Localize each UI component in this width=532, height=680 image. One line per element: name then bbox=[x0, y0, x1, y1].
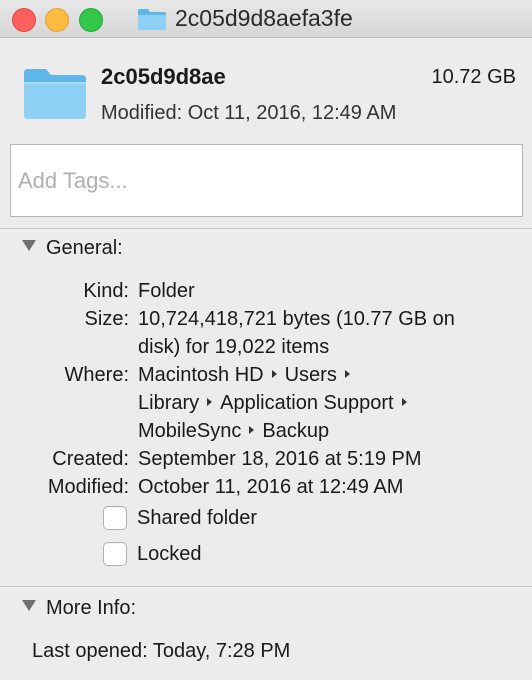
divider bbox=[0, 228, 532, 229]
size-value-cont: disk) for 19,022 items bbox=[138, 336, 330, 358]
path-arrow-icon bbox=[207, 398, 213, 406]
path-arrow-icon bbox=[249, 426, 255, 434]
path-arrow-icon bbox=[271, 370, 277, 378]
locked-label[interactable]: Locked bbox=[137, 543, 202, 565]
path-item[interactable]: MobileSync bbox=[138, 420, 241, 442]
kind-label: Kind: bbox=[83, 280, 129, 302]
folder-size: 10.72 GB bbox=[431, 66, 516, 88]
where-label: Where: bbox=[64, 364, 129, 386]
window-title: 2c05d9d8aefa3fe bbox=[175, 5, 353, 31]
close-button[interactable] bbox=[12, 8, 36, 32]
where-path-line-3: MobileSync Backup bbox=[138, 417, 329, 445]
modified-value: October 11, 2016 at 12:49 AM bbox=[138, 476, 404, 498]
created-label: Created: bbox=[52, 448, 129, 470]
general-section-header[interactable]: General: bbox=[22, 235, 123, 261]
path-arrow-icon bbox=[401, 398, 407, 406]
modified-date: Modified: Oct 11, 2016, 12:49 AM bbox=[101, 102, 397, 124]
folder-icon bbox=[24, 69, 86, 119]
shared-folder-checkbox[interactable] bbox=[103, 506, 127, 530]
path-item[interactable]: Users bbox=[285, 364, 337, 386]
where-path-line-1: Macintosh HD Users bbox=[138, 361, 358, 389]
general-title: General: bbox=[46, 237, 123, 259]
disclosure-triangle-icon[interactable] bbox=[22, 240, 36, 251]
path-item[interactable]: Macintosh HD bbox=[138, 364, 264, 386]
kind-value: Folder bbox=[138, 280, 195, 302]
path-item[interactable]: Library bbox=[138, 392, 199, 414]
size-value: 10,724,418,721 bytes (10.77 GB on bbox=[138, 308, 455, 330]
locked-row[interactable]: Locked bbox=[103, 541, 202, 567]
zoom-button[interactable] bbox=[79, 8, 103, 32]
locked-checkbox[interactable] bbox=[103, 542, 127, 566]
divider bbox=[0, 586, 532, 587]
shared-folder-label[interactable]: Shared folder bbox=[137, 507, 257, 529]
path-item[interactable]: Application Support bbox=[220, 392, 393, 414]
folder-icon bbox=[138, 9, 166, 30]
path-item[interactable]: Backup bbox=[262, 420, 329, 442]
more-info-section-header[interactable]: More Info: bbox=[22, 595, 136, 621]
title-bar: 2c05d9d8aefa3fe bbox=[0, 0, 532, 38]
more-info-title: More Info: bbox=[46, 597, 137, 619]
last-opened: Last opened: Today, 7:28 PM bbox=[32, 640, 291, 662]
disclosure-triangle-icon[interactable] bbox=[22, 600, 36, 611]
size-label: Size: bbox=[84, 308, 129, 330]
shared-folder-row[interactable]: Shared folder bbox=[103, 505, 257, 531]
tags-input[interactable] bbox=[10, 144, 523, 217]
path-arrow-icon bbox=[344, 370, 350, 378]
created-value: September 18, 2016 at 5:19 PM bbox=[138, 448, 422, 470]
modified-label: Modified: bbox=[47, 476, 129, 498]
folder-name: 2c05d9d8ae bbox=[101, 64, 226, 89]
where-path-line-2: Library Application Support bbox=[138, 389, 415, 417]
minimize-button[interactable] bbox=[45, 8, 69, 32]
